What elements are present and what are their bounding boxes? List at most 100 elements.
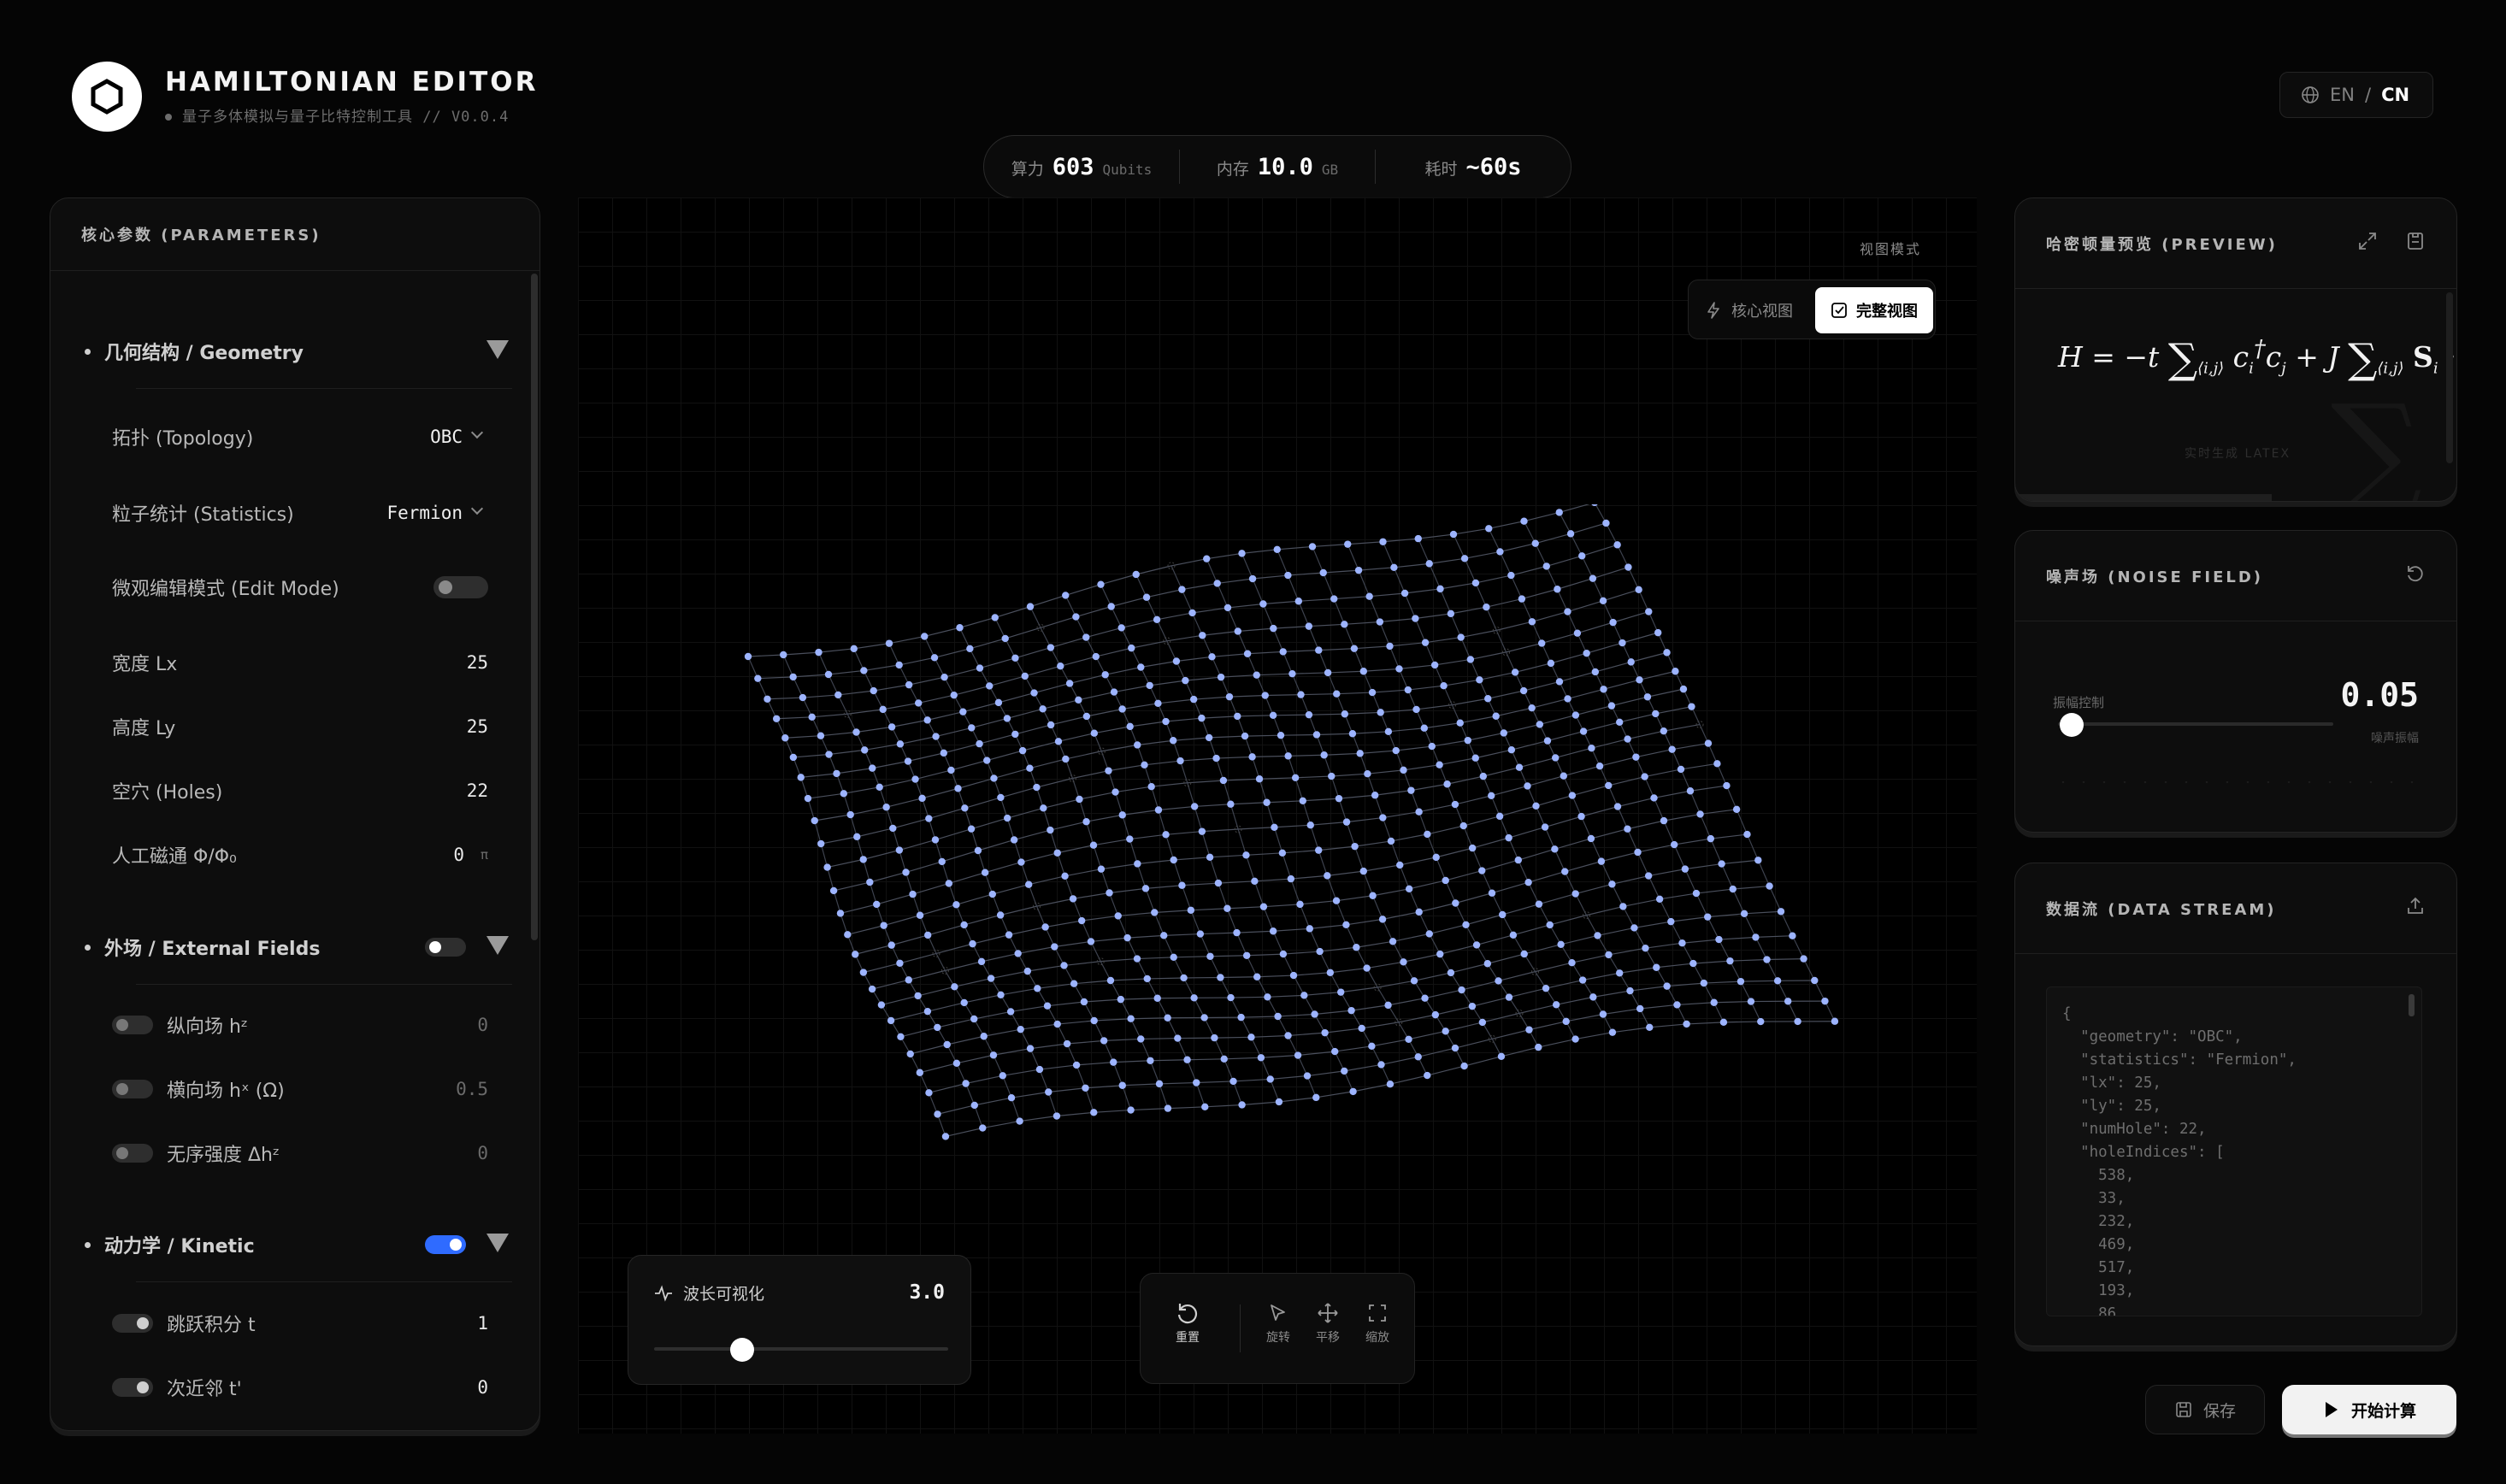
lattice-site[interactable] [1789,932,1796,939]
nnn-input[interactable]: 0 [477,1377,488,1398]
lattice-site[interactable] [1773,977,1782,985]
lattice-site[interactable] [1143,975,1151,983]
lattice-site[interactable] [1274,1012,1282,1021]
lattice-site[interactable] [1497,1052,1506,1061]
lattice-site[interactable] [1324,668,1332,677]
lattice-site[interactable] [1643,693,1652,701]
lattice-site[interactable] [1117,995,1125,1004]
lattice-site[interactable] [1243,650,1252,657]
lattice-site[interactable] [1392,746,1400,755]
lattice-site[interactable] [1062,592,1070,599]
lattice-site[interactable] [1460,555,1469,562]
lattice-site[interactable] [988,890,997,898]
lattice-site[interactable] [1003,814,1011,822]
lattice-site[interactable] [1436,585,1444,593]
lattice-site[interactable] [1047,721,1055,729]
statistics-value[interactable]: Fermion [386,503,463,523]
lattice-site[interactable] [1092,652,1100,661]
lattice-site[interactable] [1492,712,1500,720]
lattice-site[interactable] [850,645,858,653]
lattice-site[interactable] [960,921,968,929]
lattice-site[interactable] [950,691,958,699]
lattice-site[interactable] [1118,1081,1126,1089]
lattice-site[interactable] [1607,702,1616,710]
lattice-site[interactable] [989,1051,998,1059]
lattice-site[interactable] [1284,752,1292,760]
lattice-site[interactable] [1619,903,1627,910]
lattice-site[interactable] [1555,509,1563,516]
lattice-site[interactable] [1014,950,1022,957]
lattice-site[interactable] [1630,924,1638,932]
lattice-site[interactable] [1007,1094,1016,1102]
lattice-site[interactable] [1472,941,1481,949]
lattice-site[interactable] [1198,827,1206,835]
lattice-site[interactable] [1110,688,1118,696]
lattice-site[interactable] [966,645,974,653]
export-icon[interactable] [2405,231,2426,251]
lattice-site[interactable] [817,839,825,848]
lattice-site[interactable] [1134,860,1141,868]
lattice-site[interactable] [1609,618,1617,627]
lattice-site[interactable] [836,910,845,917]
lattice-site[interactable] [1386,1081,1395,1088]
lattice-site[interactable] [1082,818,1090,826]
lattice-site[interactable] [1599,597,1607,605]
lattice-site[interactable] [979,1124,987,1132]
lattice-site[interactable] [1326,969,1335,976]
lattice-site[interactable] [1063,1039,1071,1048]
lattice-site[interactable] [911,775,919,783]
lattice-site[interactable] [1663,649,1671,657]
lattice-site[interactable] [1263,798,1271,806]
lattice-site[interactable] [1518,595,1526,603]
lattice-site[interactable] [1259,600,1267,608]
lattice-site[interactable] [1571,1035,1579,1043]
lattice-site[interactable] [1178,881,1186,889]
hop-toggle[interactable] [112,1314,153,1333]
lattice-site[interactable] [1389,938,1397,945]
lattice-site[interactable] [1305,622,1313,630]
lattice-site[interactable] [1619,639,1626,647]
lattice-site[interactable] [1296,900,1304,909]
lattice-site[interactable] [1644,872,1653,880]
section-kinetic[interactable]: 动力学 / Kinetic [81,1223,509,1266]
lattice-site[interactable] [1642,944,1649,952]
lattice-site[interactable] [896,959,904,967]
lattice-site[interactable] [1359,668,1367,675]
lattice-site[interactable] [1368,688,1377,697]
lattice-site[interactable] [1238,1101,1246,1109]
lattice-site[interactable] [1303,1072,1312,1080]
lattice-site[interactable] [1692,889,1701,898]
lattice-site[interactable] [1090,729,1099,737]
chevron-down-icon[interactable] [486,340,509,359]
lattice-site[interactable] [772,715,781,722]
lattice-site[interactable] [1062,755,1070,763]
lattice-site[interactable] [1349,1087,1357,1096]
lattice-site[interactable] [853,833,861,841]
lattice-site[interactable] [1729,885,1737,893]
lattice-site[interactable] [1400,958,1407,966]
noise-slider-thumb[interactable] [2060,713,2084,737]
lattice-site[interactable] [895,846,904,854]
lang-en[interactable]: EN [2330,85,2355,105]
lattice-site[interactable] [1650,794,1658,802]
lattice-site[interactable] [1319,568,1327,577]
lattice-site[interactable] [1421,994,1429,1002]
lattice-site[interactable] [879,705,887,714]
lattice-site[interactable] [1348,730,1357,738]
lattice-site[interactable] [1713,760,1721,768]
lattice-site[interactable] [1087,938,1095,945]
lattice-site[interactable] [1005,931,1013,939]
lattice-site[interactable] [905,976,912,984]
lattice-site[interactable] [1270,624,1277,633]
lattice-site[interactable] [1471,754,1479,762]
lattice-site[interactable] [1681,865,1689,873]
lattice-site[interactable] [1182,676,1189,685]
lattice-site[interactable] [1488,889,1496,897]
lattice-site[interactable] [1347,1006,1355,1015]
lattice-site[interactable] [1471,579,1480,587]
lattice-site[interactable] [969,939,976,948]
lattice-site[interactable] [1821,997,1829,1005]
lattice-site[interactable] [1162,717,1170,726]
lattice-site[interactable] [1259,903,1268,910]
lattice-site[interactable] [1476,676,1483,684]
